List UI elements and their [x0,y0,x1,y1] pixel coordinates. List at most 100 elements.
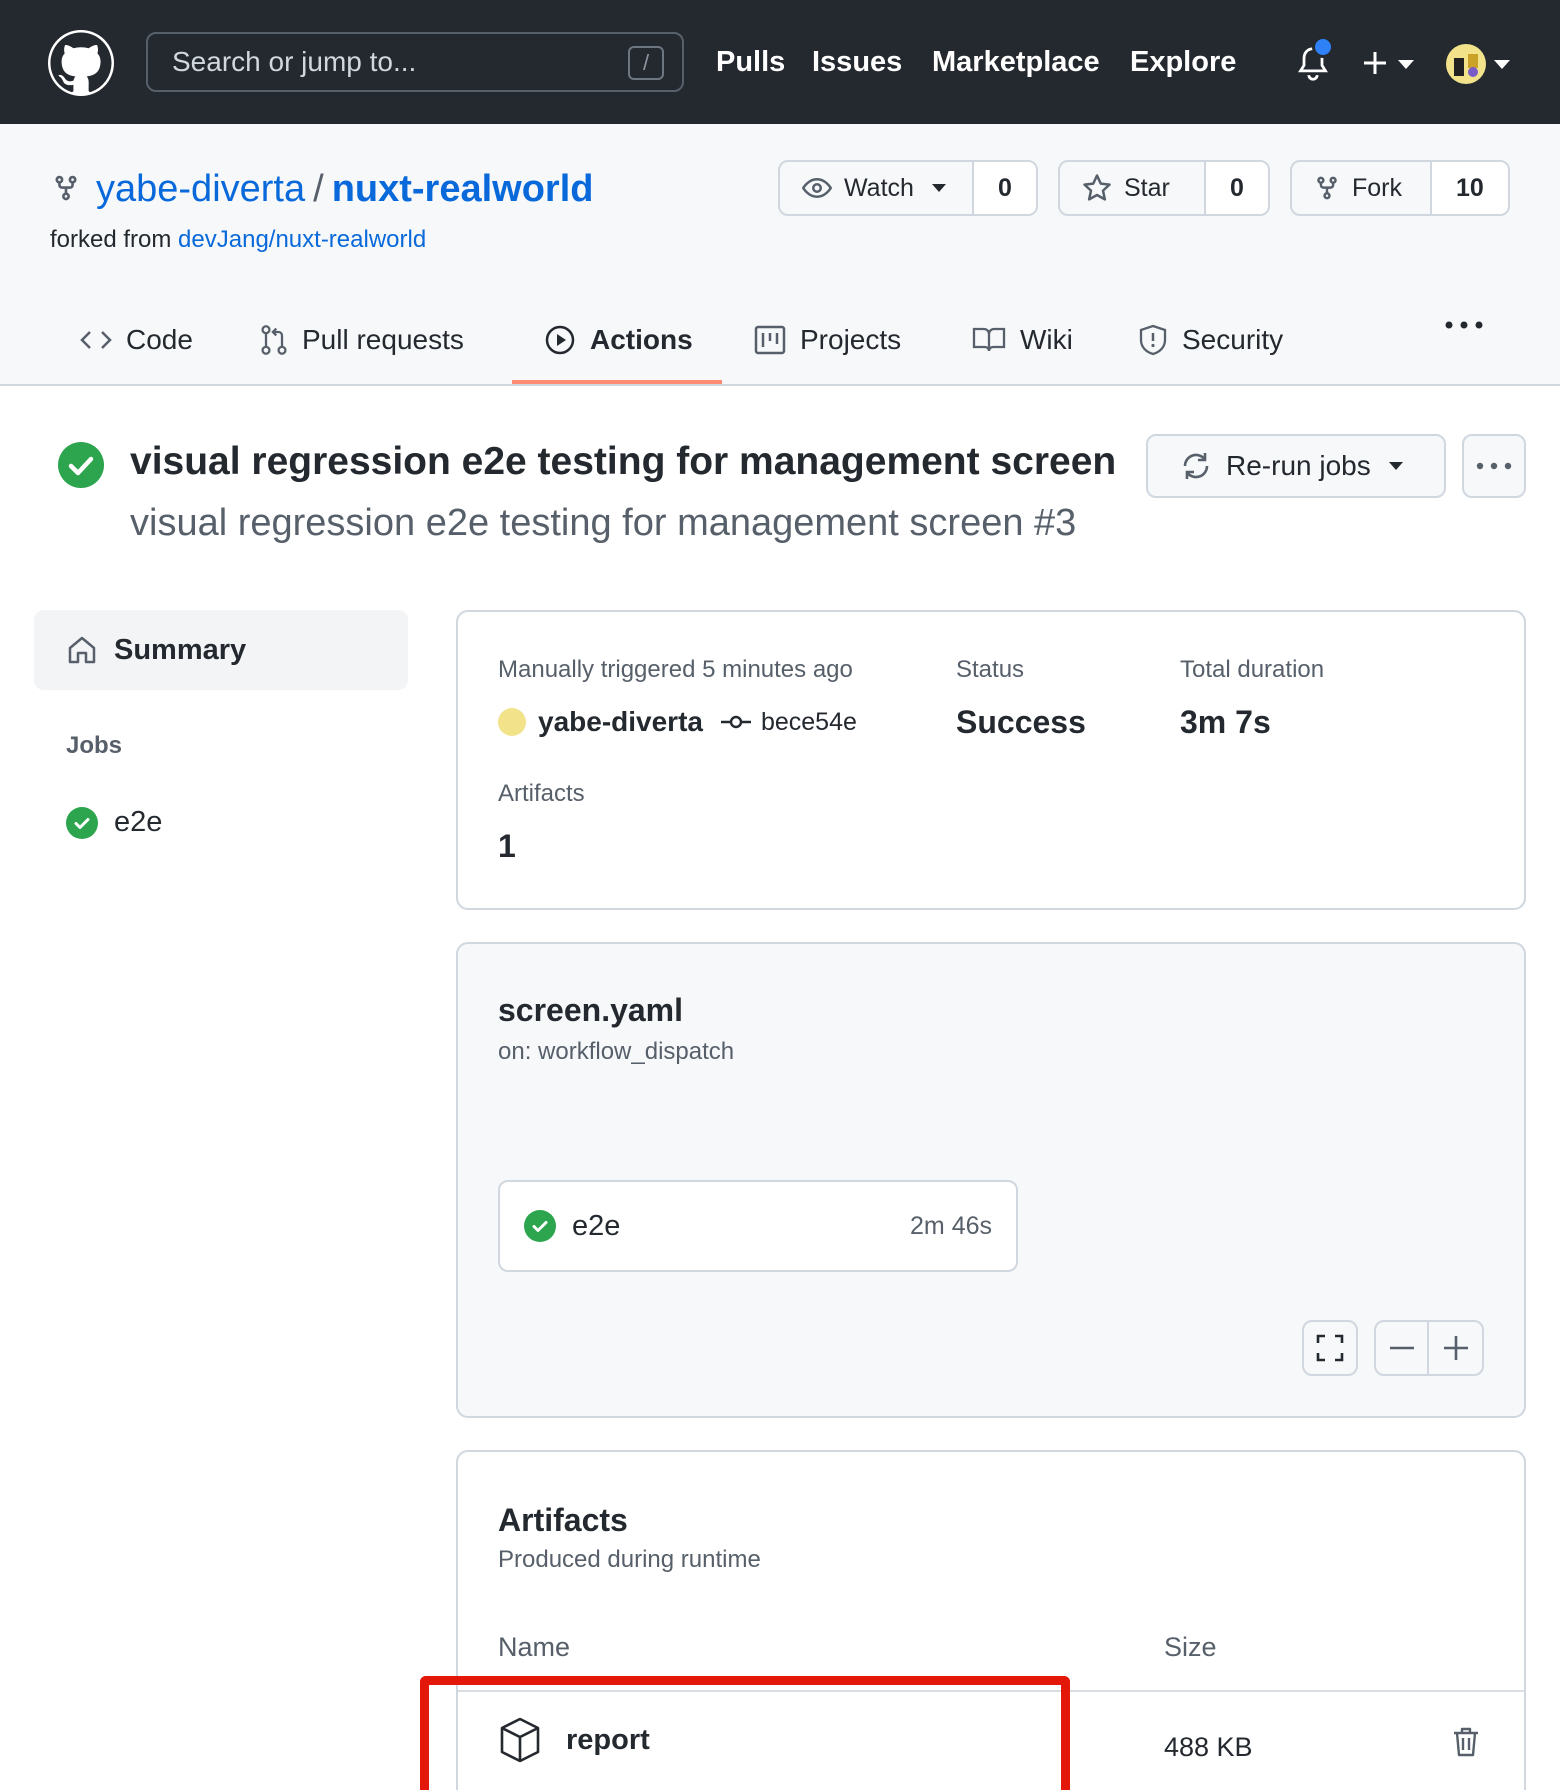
repo-forked-icon [1317,176,1337,200]
repo-separator: / [313,168,324,210]
tab-label: Code [126,324,193,355]
artifacts-subtitle: Produced during runtime [498,1546,761,1573]
forked-from: forked from devJang/nuxt-realworld [50,226,426,254]
rerun-caret-icon [1388,462,1403,470]
screen-full-icon [1316,1334,1344,1362]
column-header-name: Name [498,1632,571,1662]
project-icon [754,325,786,355]
watch-caret-icon [931,184,946,192]
artifacts-title: Artifacts [498,1502,628,1538]
plus-icon[interactable] [1362,50,1388,76]
zoom-out-button[interactable] [1376,1322,1430,1374]
watch-button[interactable]: Watch [780,162,974,214]
column-header-size: Size [1164,1632,1217,1662]
sidebar-item-job-e2e[interactable]: e2e [66,806,162,839]
star-count[interactable]: 0 [1206,162,1268,214]
watch-button-group: Watch 0 [778,160,1038,216]
tab-projects[interactable]: Projects [754,294,901,386]
status-label: Status [956,656,1025,683]
check-circle-icon [58,442,104,488]
artifact-size: 488 KB [1164,1732,1253,1762]
nav-marketplace[interactable]: Marketplace [932,44,1100,80]
notification-indicator [1312,36,1334,58]
home-icon [68,636,96,664]
status-value: Success [956,704,1086,740]
code-icon [80,331,112,349]
search-shortcut-key: / [628,46,664,80]
job-node-duration: 2m 46s [910,1211,992,1240]
job-node-e2e[interactable]: e2e 2m 46s [498,1180,1018,1272]
zoom-in-button[interactable] [1429,1322,1482,1374]
tab-label: Wiki [1020,324,1073,355]
tab-wiki[interactable]: Wiki [972,294,1073,386]
run-title: visual regression e2e testing for manage… [130,440,1117,483]
commit-link[interactable]: bece54e [761,708,857,737]
trash-icon[interactable] [1452,1726,1480,1758]
trigger-details: yabe-diverta bece54e [498,706,857,738]
workflow-graph-card: screen.yaml on: workflow_dispatch e2e 2m… [456,942,1526,1418]
check-circle-icon [66,806,98,839]
create-caret-icon[interactable] [1398,60,1414,69]
repo-title: yabe-diverta / nuxt-realworld [50,166,594,212]
more-tabs-icon[interactable] [1444,320,1484,330]
tab-code[interactable]: Code [80,294,193,386]
run-subtitle: visual regression e2e testing for manage… [130,502,1077,544]
git-pull-request-icon [261,325,287,355]
tab-security[interactable]: Security [1138,294,1283,386]
actor-link[interactable]: yabe-diverta [538,706,703,738]
tab-label: Pull requests [302,324,464,355]
job-node-name: e2e [572,1209,621,1242]
rerun-jobs-button[interactable]: Re-run jobs [1146,434,1446,498]
sync-icon [1183,453,1209,479]
avatar[interactable] [1446,44,1486,84]
forked-from-link[interactable]: devJang/nuxt-realworld [178,226,426,253]
tab-label: Security [1182,324,1284,355]
rerun-label: Re-run jobs [1226,450,1371,481]
zoom-controls [1374,1320,1484,1376]
run-more-button[interactable] [1462,434,1526,498]
dash-icon [1389,1346,1414,1350]
fork-button[interactable]: Fork [1292,162,1432,214]
workflow-file-name: screen.yaml [498,992,684,1028]
forked-from-label: forked from [50,226,172,253]
repo-owner-link[interactable]: yabe-diverta [96,168,305,210]
run-summary-card: Manually triggered 5 minutes ago yabe-di… [456,610,1526,910]
artifacts-label: Artifacts [498,780,585,807]
fork-button-group: Fork 10 [1290,160,1510,216]
highlight-annotation [420,1676,1070,1790]
star-button[interactable]: Star [1060,162,1206,214]
nav-issues[interactable]: Issues [812,44,902,80]
nav-explore[interactable]: Explore [1130,44,1236,80]
sidebar-item-summary[interactable]: Summary [34,610,408,690]
eye-icon [802,177,832,199]
book-icon [972,327,1006,352]
watch-count[interactable]: 0 [974,162,1036,214]
shield-icon [1139,324,1167,356]
workflow-trigger: on: workflow_dispatch [498,1038,735,1065]
search-input[interactable] [148,34,608,90]
github-logo-icon[interactable] [48,30,114,96]
check-circle-icon [524,1210,556,1242]
tab-pull-requests[interactable]: Pull requests [260,294,464,386]
tab-actions[interactable]: Actions [544,294,693,386]
star-button-group: Star 0 [1058,160,1270,216]
repo-header: yabe-diverta / nuxt-realworld forked from … [0,124,1560,386]
artifacts-count[interactable]: 1 [498,828,516,865]
play-icon [545,325,575,355]
watch-label: Watch [844,173,914,202]
fullscreen-button[interactable] [1302,1320,1358,1376]
star-label: Star [1124,173,1170,202]
sidebar-item-label: Summary [114,633,247,666]
git-commit-icon [720,715,751,729]
repo-name-link[interactable]: nuxt-realworld [332,168,594,210]
jobs-heading: Jobs [66,732,123,759]
actor-avatar [498,708,526,736]
fork-count[interactable]: 10 [1432,162,1508,214]
global-search[interactable]: / [146,32,684,92]
profile-caret-icon[interactable] [1494,60,1510,69]
fork-label: Fork [1352,173,1402,202]
trigger-label: Manually triggered 5 minutes ago [498,656,853,683]
duration-label: Total duration [1180,656,1325,683]
nav-pulls[interactable]: Pulls [716,44,785,80]
duration-value: 3m 7s [1180,704,1271,740]
